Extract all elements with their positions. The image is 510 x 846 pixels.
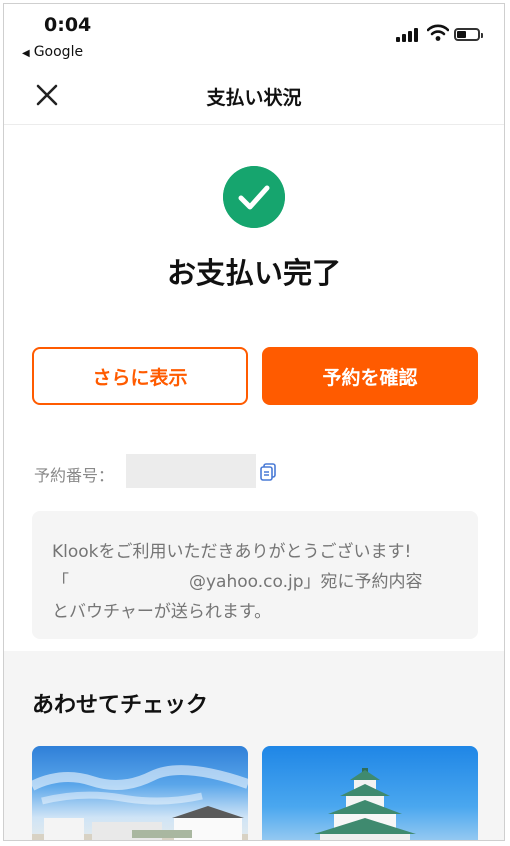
- booking-number-label: 予約番号：: [34, 466, 115, 485]
- status-time: 0:04: [44, 14, 92, 36]
- page-title: 支払い状況: [206, 87, 302, 109]
- app-screen: 0:04 ◀ Google 支払い状況 お支払い完了 さらに表示 予約を確認 予約…: [3, 3, 505, 841]
- recommendations-section: あわせてチェック: [4, 651, 504, 840]
- confirmation-message: Klookをご利用いただきありがとうございます! 「@yahoo.co.jp」宛…: [32, 511, 478, 639]
- recommendation-card-1[interactable]: [32, 746, 248, 840]
- battery-icon: [454, 28, 483, 41]
- wifi-icon: [427, 24, 449, 41]
- castle-photo: [314, 768, 416, 840]
- message-line-3: とバウチャーが送られます。: [52, 602, 272, 622]
- email-text: @yahoo.co.jp: [189, 572, 304, 592]
- status-bar: 0:04 ◀ Google: [4, 4, 504, 66]
- show-more-button[interactable]: さらに表示: [32, 347, 248, 405]
- message-line-1: Klookをご利用いただきありがとうございます!: [52, 542, 412, 562]
- back-app-label: Google: [33, 44, 84, 60]
- message-line-2: 「@yahoo.co.jp」宛に予約内容: [52, 572, 423, 592]
- copy-icon[interactable]: [260, 463, 276, 481]
- nav-bar: 支払い状況: [4, 66, 504, 125]
- back-to-app-link[interactable]: ◀ Google: [22, 44, 83, 60]
- view-booking-button[interactable]: 予約を確認: [262, 347, 478, 405]
- signal-icon: [396, 26, 420, 42]
- success-check-icon: [223, 166, 285, 228]
- section-title: あわせてチェック: [32, 693, 209, 718]
- payment-complete-heading: お支払い完了: [166, 256, 341, 290]
- booking-number-redacted: [126, 454, 256, 488]
- back-triangle-icon: ◀: [22, 48, 30, 59]
- house-photo: [32, 765, 248, 840]
- recommendation-card-2[interactable]: [262, 746, 478, 840]
